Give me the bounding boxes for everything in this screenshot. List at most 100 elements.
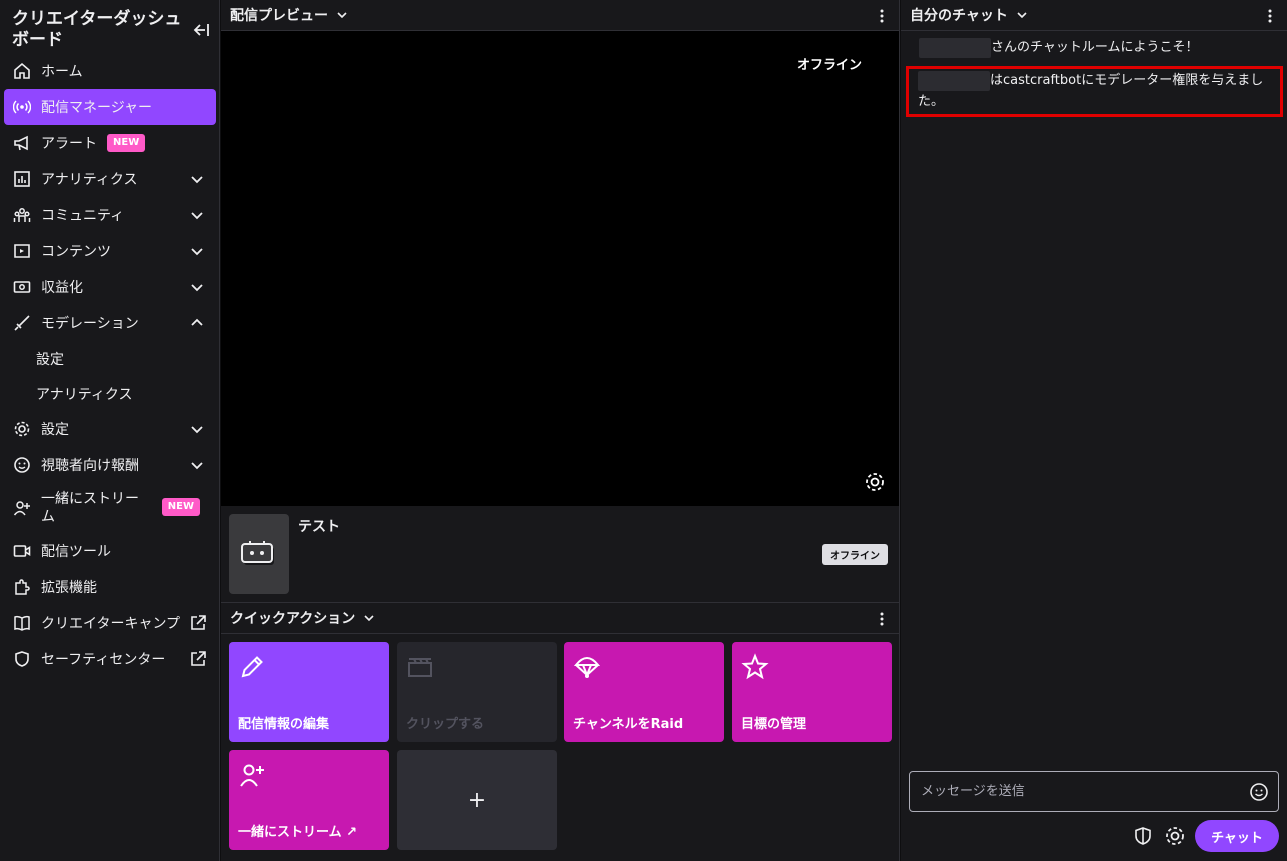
sidebar-item-community[interactable]: コミュニティ [0, 197, 220, 233]
sidebar-nav: ホーム 配信マネージャー アラート NEW アナリティクス コミュニティ コンテ… [0, 53, 220, 677]
sidebar-item-label: 一緒にストリーム [41, 491, 139, 525]
chevron-down-icon [191, 212, 203, 220]
status-badge: オフライン [822, 544, 888, 565]
add-user-icon [240, 764, 264, 787]
add-quick-action-tile[interactable]: + [397, 750, 557, 850]
sidebar-subitem-moderation-settings[interactable]: 設定 [0, 341, 220, 376]
sidebar-item-extensions[interactable]: 拡張機能 [0, 569, 220, 605]
external-link-icon [191, 615, 206, 630]
sidebar-item-stream-together[interactable]: 一緒にストリーム NEW [0, 483, 220, 533]
add-user-icon [12, 498, 32, 518]
chat-header: 自分のチャット [901, 0, 1287, 31]
megaphone-icon [12, 133, 32, 153]
sword-icon [12, 313, 32, 333]
stream-together-tile[interactable]: 一緒にストリーム ↗ [229, 750, 389, 850]
sidebar-item-label: コンテンツ [41, 244, 111, 260]
parachute-icon [573, 657, 601, 678]
sidebar-item-label: モデレーション [41, 316, 139, 332]
sidebar-item-label: セーフティセンター [41, 652, 166, 668]
sidebar-item-label: アナリティクス [41, 172, 138, 188]
sidebar-item-viewer-rewards[interactable]: 視聴者向け報酬 [0, 447, 220, 483]
sidebar-item-monetization[interactable]: 収益化 [0, 269, 220, 305]
chat-send-button[interactable]: チャット [1195, 820, 1279, 852]
sidebar-item-analytics[interactable]: アナリティクス [0, 161, 220, 197]
smile-icon [12, 455, 32, 475]
chat-message-highlighted: はcastcraftbotにモデレーター権限を与えました。 [906, 66, 1283, 117]
chevron-down-icon [191, 426, 203, 434]
chat-footer: チャット [901, 820, 1287, 854]
shield-icon[interactable] [1133, 826, 1153, 846]
gear-icon[interactable] [864, 471, 886, 493]
chat-message: さんのチャットルームにようこそ！ [901, 31, 1287, 62]
sidebar-item-home[interactable]: ホーム [0, 53, 220, 89]
chevron-up-icon [191, 318, 203, 326]
redacted-username [919, 37, 991, 58]
panel-title: 自分のチャット [910, 8, 1008, 24]
more-options-icon[interactable] [875, 611, 889, 627]
sidebar-item-label: 視聴者向け報酬 [41, 458, 139, 474]
content-icon [12, 241, 32, 261]
sidebar-item-label: クリエイターキャンプ [41, 616, 181, 632]
sidebar-item-creator-camp[interactable]: クリエイターキャンプ [0, 605, 220, 641]
collapse-sidebar-icon[interactable] [189, 19, 211, 41]
panel-title: 配信プレビュー [230, 8, 328, 24]
tile-label: チャンネルをRaid [573, 717, 684, 732]
clip-tile[interactable]: クリップする [397, 642, 557, 742]
tile-label: 一緒にストリーム ↗ [238, 825, 358, 840]
more-options-icon[interactable] [875, 8, 889, 24]
tile-label: クリップする [406, 717, 485, 732]
edit-stream-info-tile[interactable]: 配信情報の編集 [229, 642, 389, 742]
sidebar-item-label: ホーム [41, 64, 83, 80]
gear-icon[interactable] [1164, 825, 1186, 847]
sidebar-item-label: コミュニティ [41, 208, 125, 224]
sidebar-item-safety-center[interactable]: セーフティセンター [0, 641, 220, 677]
plus-icon: + [467, 787, 487, 813]
quick-actions-header: クイックアクション [221, 603, 899, 634]
sidebar-item-label: アラート [41, 136, 97, 152]
stream-info: テスト オフライン [221, 506, 899, 603]
chat-message-text: さんのチャットルームにようこそ！ [991, 40, 1199, 55]
manage-goals-tile[interactable]: 目標の管理 [732, 642, 892, 742]
home-icon [12, 61, 32, 81]
emote-icon[interactable] [1249, 782, 1269, 802]
chevron-down-icon[interactable] [1015, 8, 1029, 22]
book-icon [12, 613, 32, 633]
sidebar-subitem-moderation-analytics[interactable]: アナリティクス [0, 376, 220, 411]
sidebar-item-stream-tools[interactable]: 配信ツール [0, 533, 220, 569]
sidebar-item-label: 拡張機能 [41, 580, 97, 596]
sidebar-item-label: 設定 [41, 422, 69, 438]
sidebar-item-settings[interactable]: 設定 [0, 411, 220, 447]
more-options-icon[interactable] [1263, 8, 1277, 24]
sidebar-item-stream-manager[interactable]: 配信マネージャー [4, 89, 216, 125]
chevron-down-icon[interactable] [362, 611, 376, 625]
raid-channel-tile[interactable]: チャンネルをRaid [564, 642, 724, 742]
video-player[interactable]: オフライン [221, 31, 899, 506]
sidebar-item-label: 収益化 [41, 280, 83, 296]
community-icon [12, 205, 32, 225]
chevron-down-icon [191, 462, 203, 470]
new-badge: NEW [161, 498, 200, 516]
star-icon [741, 653, 769, 680]
chevron-down-icon [191, 248, 203, 256]
sidebar-item-content[interactable]: コンテンツ [0, 233, 220, 269]
stream-preview-panel: 配信プレビュー オフライン テスト オフライン [221, 0, 900, 603]
clapper-icon [408, 658, 432, 677]
chevron-down-icon [191, 176, 203, 184]
shield-icon [12, 649, 32, 669]
tile-label: 目標の管理 [741, 717, 807, 732]
sidebar-item-moderation[interactable]: モデレーション [0, 305, 220, 341]
broadcast-icon [12, 97, 32, 117]
chat-message-input[interactable] [910, 772, 1240, 811]
quick-actions-panel: クイックアクション 配信情報の編集 クリップする チャンネルをRaid 目標の管… [221, 603, 900, 861]
sidebar-item-label: 配信ツール [41, 544, 111, 560]
chat-panel: 自分のチャット さんのチャットルームにようこそ！ はcastcraftbotにモ… [901, 0, 1287, 861]
chevron-down-icon[interactable] [335, 8, 349, 22]
sidebar-item-alerts[interactable]: アラート NEW [0, 125, 220, 161]
stream-preview-header: 配信プレビュー [221, 0, 899, 31]
stream-title: テスト [298, 519, 340, 535]
chat-messages: さんのチャットルームにようこそ！ はcastcraftbotにモデレーター権限を… [901, 31, 1287, 117]
stream-thumbnail [229, 514, 289, 594]
sidebar: クリエイターダッシュボード ホーム 配信マネージャー アラート NEW アナリテ… [0, 0, 220, 861]
puzzle-icon [12, 577, 32, 597]
game-controller-icon [241, 541, 274, 565]
